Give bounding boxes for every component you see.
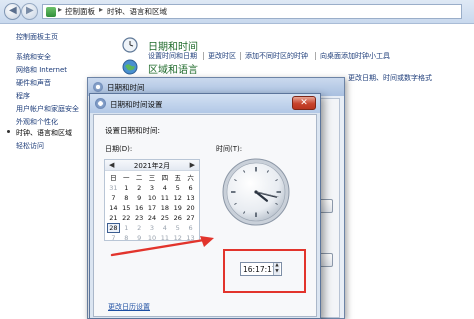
calendar-day[interactable]: 2 (133, 183, 146, 193)
breadcrumb-separator-icon: ▸ (58, 5, 63, 14)
date-time-settings-dialog: 日期和时间设置 ✕ 设置日期和时间: 日期(D): 时间(T): ◀ 2021年… (89, 93, 321, 319)
change-formats-link[interactable]: 更改日期、时间或数字格式 (348, 73, 432, 83)
date-time-dialog-title: 日期和时间 (107, 83, 145, 92)
add-clocks-link[interactable]: 添加不同时区的时钟 (245, 51, 308, 61)
calendar-day[interactable]: 22 (120, 213, 133, 223)
calendar-day[interactable]: 23 (133, 213, 146, 223)
breadcrumb-clock-language-region[interactable]: 时钟、语言和区域 (107, 6, 167, 17)
back-button[interactable]: ◀ (4, 3, 21, 20)
calendar-weekday: 二 (135, 174, 143, 182)
spin-down-icon[interactable]: ▼ (273, 269, 280, 275)
date-time-settings-title: 日期和时间设置 (110, 100, 163, 109)
date-time-links: 设置时间和日期 更改时区 添加不同时区的时钟 向桌面添加时钟小工具 (148, 51, 468, 61)
clock-icon (122, 37, 138, 53)
calendar-day[interactable]: 1 (120, 223, 133, 233)
calendar-weekday: 六 (187, 174, 194, 182)
date-time-settings-titlebar[interactable]: 日期和时间设置 ✕ (90, 94, 320, 113)
set-date-time-label: 设置日期和时间: (105, 126, 161, 135)
calendar-day[interactable]: 3 (146, 183, 159, 193)
date-time-settings-body: 设置日期和时间: 日期(D): 时间(T): ◀ 2021年2月 ▶ 日一二三四… (93, 114, 317, 317)
sidebar-item-home[interactable]: 控制面板主页 (16, 32, 58, 42)
next-month-icon[interactable]: ▶ (190, 161, 195, 169)
change-timezone-link[interactable]: 更改时区 (208, 51, 236, 61)
calendar-day[interactable]: 18 (158, 203, 171, 213)
calendar-day[interactable]: 26 (171, 213, 184, 223)
address-box[interactable]: ▸ 控制面板 ▸ 时钟、语言和区域 (42, 4, 462, 19)
calendar-day[interactable]: 20 (184, 203, 197, 213)
control-panel-icon (46, 7, 56, 17)
time-label: 时间(T): (216, 145, 243, 153)
calendar-day[interactable]: 19 (171, 203, 184, 213)
calendar-header: ◀ 2021年2月 ▶ (105, 160, 199, 171)
time-value[interactable]: 16:17:17 (243, 265, 277, 274)
calendar-day[interactable]: 16 (133, 203, 146, 213)
calendar-day[interactable]: 5 (171, 183, 184, 193)
calendar-weekday: 日 (110, 174, 117, 182)
divider (315, 52, 316, 60)
calendar: ◀ 2021年2月 ▶ 日一二三四五六 31 1 2 3 4 5 6 7 8 9 10 11 12 13 1… (104, 159, 200, 242)
globe-icon (122, 59, 138, 75)
forward-arrow-icon: ▶ (26, 5, 34, 16)
calendar-day[interactable]: 13 (184, 193, 197, 203)
breadcrumb-control-panel[interactable]: 控制面板 (65, 6, 95, 17)
sidebar-item-hardware-sound[interactable]: 硬件和声音 (16, 78, 51, 88)
change-calendar-settings-link[interactable]: 更改日历设置 (108, 302, 150, 312)
calendar-day[interactable]: 8 (120, 193, 133, 203)
sidebar-item-network[interactable]: 网络和 Internet (16, 65, 67, 75)
calendar-day[interactable]: 15 (120, 203, 133, 213)
calendar-day[interactable]: 6 (184, 183, 197, 193)
red-arrow-icon (110, 236, 214, 257)
calendar-day[interactable]: 11 (158, 193, 171, 203)
calendar-weekday: 三 (148, 174, 156, 182)
calendar-weekday: 四 (161, 174, 169, 182)
calendar-day[interactable]: 31 (107, 183, 120, 193)
calendar-weekday: 一 (123, 174, 130, 182)
sidebar-item-user-accounts[interactable]: 用户帐户和家庭安全 (16, 104, 79, 114)
calendar-day[interactable]: 1 (120, 183, 133, 193)
divider (203, 52, 204, 60)
calendar-month-title[interactable]: 2021年2月 (105, 161, 199, 171)
date-label: 日期(D): (105, 145, 133, 153)
desktop-gadget-link[interactable]: 向桌面添加时钟小工具 (320, 51, 390, 61)
calendar-day[interactable]: 27 (184, 213, 197, 223)
calendar-day[interactable]: 24 (146, 213, 159, 223)
time-input[interactable]: 16:17:17 ▲ ▼ (240, 262, 282, 276)
divider (240, 52, 241, 60)
calendar-day[interactable]: 5 (171, 223, 184, 233)
calendar-day[interactable]: 4 (158, 183, 171, 193)
calendar-day[interactable]: 14 (107, 203, 120, 213)
close-icon: ✕ (300, 98, 308, 108)
calendar-day[interactable]: 9 (133, 193, 146, 203)
clock-icon (93, 82, 103, 92)
calendar-day[interactable]: 21 (107, 213, 120, 223)
clock-center (254, 190, 258, 194)
back-arrow-icon: ◀ (9, 5, 17, 16)
calendar-weekdays: 日一二三四五六 (107, 173, 197, 183)
sidebar-item-system-security[interactable]: 系统和安全 (16, 52, 51, 62)
analog-clock (222, 158, 290, 226)
calendar-day[interactable]: 6 (184, 223, 197, 233)
calendar-day[interactable]: 3 (146, 223, 159, 233)
breadcrumb-separator-icon: ▸ (99, 5, 104, 14)
set-time-date-link[interactable]: 设置时间和日期 (148, 51, 197, 61)
calendar-day-selected[interactable]: 28 (107, 223, 120, 233)
sidebar-item-ease-of-access[interactable]: 轻松访问 (16, 141, 44, 151)
address-bar: ◀ ▶ ▸ 控制面板 ▸ 时钟、语言和区域 (0, 0, 474, 24)
calendar-day[interactable]: 4 (158, 223, 171, 233)
sidebar-item-clock-language-region[interactable]: 时钟、语言和区域 (16, 128, 72, 138)
calendar-day[interactable]: 7 (107, 193, 120, 203)
forward-button[interactable]: ▶ (21, 3, 38, 20)
calendar-day[interactable]: 25 (158, 213, 171, 223)
calendar-day[interactable]: 17 (146, 203, 159, 213)
close-button[interactable]: ✕ (292, 96, 316, 110)
active-bullet-icon (7, 130, 10, 133)
clock-icon (95, 98, 106, 109)
calendar-day[interactable]: 12 (171, 193, 184, 203)
sidebar-item-appearance[interactable]: 外观和个性化 (16, 117, 58, 127)
calendar-day[interactable]: 10 (146, 193, 159, 203)
region-language-heading[interactable]: 区域和语言 (148, 61, 198, 76)
sidebar-item-programs[interactable]: 程序 (16, 91, 30, 101)
calendar-day[interactable]: 2 (133, 223, 146, 233)
calendar-weekday: 五 (174, 174, 181, 182)
